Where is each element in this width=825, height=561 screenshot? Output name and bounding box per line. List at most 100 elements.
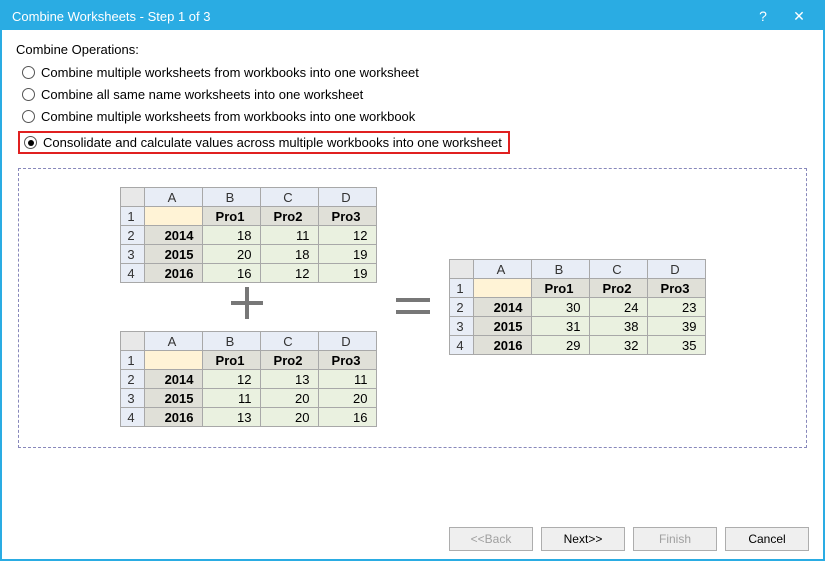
cell: Pro2 bbox=[260, 207, 318, 226]
cell: 16 bbox=[318, 408, 376, 427]
row-header: 2 bbox=[120, 370, 144, 389]
cell: 18 bbox=[260, 245, 318, 264]
cell: 2016 bbox=[473, 336, 531, 355]
cell: 24 bbox=[589, 298, 647, 317]
input-tables-column: A B C D 1 Pro1 Pro2 Pro3 2 2014 18 11 bbox=[120, 187, 377, 427]
option-label: Combine multiple worksheets from workboo… bbox=[41, 65, 419, 80]
cell: 39 bbox=[647, 317, 705, 336]
option-same-name-worksheets[interactable]: Combine all same name worksheets into on… bbox=[22, 87, 809, 102]
col-header: B bbox=[202, 188, 260, 207]
option-combine-into-one-worksheet[interactable]: Combine multiple worksheets from workboo… bbox=[22, 65, 809, 80]
cell: 12 bbox=[318, 226, 376, 245]
option-consolidate-calculate[interactable]: Consolidate and calculate values across … bbox=[22, 131, 809, 154]
cell: 13 bbox=[260, 370, 318, 389]
cell: 2014 bbox=[473, 298, 531, 317]
option-combine-into-one-workbook[interactable]: Combine multiple worksheets from workboo… bbox=[22, 109, 809, 124]
cell bbox=[144, 351, 202, 370]
cell: Pro3 bbox=[318, 351, 376, 370]
row-header: 2 bbox=[449, 298, 473, 317]
cell: Pro1 bbox=[202, 207, 260, 226]
col-header: D bbox=[318, 332, 376, 351]
back-button: <<Back bbox=[449, 527, 533, 551]
cell: Pro2 bbox=[260, 351, 318, 370]
preview-table-1: A B C D 1 Pro1 Pro2 Pro3 2 2014 18 11 bbox=[120, 187, 377, 283]
close-button[interactable]: ✕ bbox=[781, 5, 817, 27]
row-header: 4 bbox=[120, 264, 144, 283]
help-button[interactable]: ? bbox=[745, 5, 781, 27]
corner-cell bbox=[120, 188, 144, 207]
cell: 18 bbox=[202, 226, 260, 245]
corner-cell bbox=[120, 332, 144, 351]
cell: Pro1 bbox=[202, 351, 260, 370]
cell: 30 bbox=[531, 298, 589, 317]
cell: 32 bbox=[589, 336, 647, 355]
window-title: Combine Worksheets - Step 1 of 3 bbox=[12, 9, 745, 24]
plus-symbol bbox=[218, 287, 278, 327]
col-header: B bbox=[531, 260, 589, 279]
cell: 35 bbox=[647, 336, 705, 355]
cell: 19 bbox=[318, 245, 376, 264]
cancel-button[interactable]: Cancel bbox=[725, 527, 809, 551]
cell: 38 bbox=[589, 317, 647, 336]
help-icon: ? bbox=[759, 8, 767, 24]
dialog-content: Combine Operations: Combine multiple wor… bbox=[2, 30, 823, 462]
cell: 12 bbox=[202, 370, 260, 389]
cell: 23 bbox=[647, 298, 705, 317]
radio-icon bbox=[22, 110, 35, 123]
col-header: D bbox=[318, 188, 376, 207]
cell: 29 bbox=[531, 336, 589, 355]
cell: 12 bbox=[260, 264, 318, 283]
row-header: 4 bbox=[120, 408, 144, 427]
equals-symbol bbox=[383, 290, 443, 324]
radio-icon-selected bbox=[24, 136, 37, 149]
row-header: 1 bbox=[120, 207, 144, 226]
preview-table-result: A B C D 1 Pro1 Pro2 Pro3 2 2014 30 24 23… bbox=[449, 259, 706, 355]
cell: 20 bbox=[202, 245, 260, 264]
corner-cell bbox=[449, 260, 473, 279]
cell: 2014 bbox=[144, 226, 202, 245]
row-header: 3 bbox=[449, 317, 473, 336]
row-header: 3 bbox=[120, 389, 144, 408]
cell: 19 bbox=[318, 264, 376, 283]
radio-icon bbox=[22, 88, 35, 101]
cell: 2014 bbox=[144, 370, 202, 389]
cell: Pro3 bbox=[647, 279, 705, 298]
col-header: A bbox=[144, 332, 202, 351]
finish-button: Finish bbox=[633, 527, 717, 551]
row-header: 1 bbox=[449, 279, 473, 298]
cell: 2015 bbox=[473, 317, 531, 336]
selected-highlight: Consolidate and calculate values across … bbox=[18, 131, 510, 154]
cell: 2016 bbox=[144, 264, 202, 283]
cell: 11 bbox=[260, 226, 318, 245]
radio-group: Combine multiple worksheets from workboo… bbox=[16, 65, 809, 154]
row-header: 2 bbox=[120, 226, 144, 245]
row-header: 1 bbox=[120, 351, 144, 370]
col-header: C bbox=[589, 260, 647, 279]
cell: 31 bbox=[531, 317, 589, 336]
plus-icon bbox=[231, 287, 265, 321]
row-header: 3 bbox=[120, 245, 144, 264]
preview-panel: A B C D 1 Pro1 Pro2 Pro3 2 2014 18 11 bbox=[18, 168, 807, 448]
radio-icon bbox=[22, 66, 35, 79]
cell: 2015 bbox=[144, 389, 202, 408]
section-label: Combine Operations: bbox=[16, 42, 809, 57]
button-label: Finish bbox=[659, 532, 691, 546]
cell: 16 bbox=[202, 264, 260, 283]
option-label: Combine multiple worksheets from workboo… bbox=[41, 109, 415, 124]
next-button[interactable]: Next>> bbox=[541, 527, 625, 551]
cell: 20 bbox=[260, 389, 318, 408]
col-header: A bbox=[473, 260, 531, 279]
col-header: A bbox=[144, 188, 202, 207]
equals-icon bbox=[396, 294, 430, 318]
cell bbox=[144, 207, 202, 226]
button-label: Cancel bbox=[748, 532, 785, 546]
cell: 11 bbox=[318, 370, 376, 389]
cell: 11 bbox=[202, 389, 260, 408]
cell: 20 bbox=[318, 389, 376, 408]
cell: 2015 bbox=[144, 245, 202, 264]
preview-table-2: A B C D 1 Pro1 Pro2 Pro3 2 2014 12 13 bbox=[120, 331, 377, 427]
button-label: <<Back bbox=[471, 532, 512, 546]
close-icon: ✕ bbox=[793, 8, 805, 25]
col-header: D bbox=[647, 260, 705, 279]
button-label: Next>> bbox=[564, 532, 603, 546]
